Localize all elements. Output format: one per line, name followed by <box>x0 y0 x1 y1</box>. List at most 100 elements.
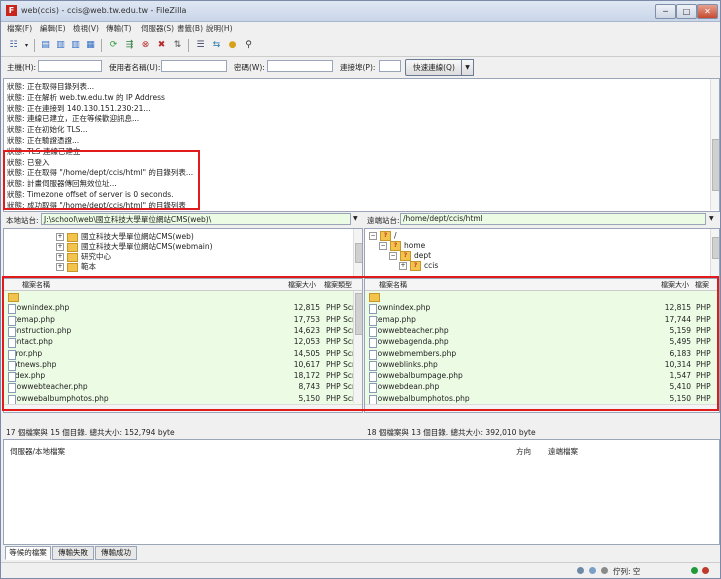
remote-directory-tree[interactable]: −? / −? home −? dept +? ccis <box>364 228 720 278</box>
file-row[interactable]: construction.php 14,623 PHP Scr <box>4 325 362 337</box>
tree-item[interactable]: + 範本 <box>56 261 96 272</box>
menu-file[interactable]: 檔案(F) <box>7 23 32 34</box>
tree-item[interactable]: −? dept <box>389 251 431 261</box>
menu-edit[interactable]: 編輯(E) <box>40 23 66 34</box>
tree-item[interactable]: +? ccis <box>399 261 438 271</box>
compare-icon[interactable]: ● <box>226 39 239 52</box>
column-filename[interactable]: 檔案名稱 <box>379 280 407 290</box>
file-row[interactable]: shownindex.php 12,815 PHP Scr <box>4 302 362 315</box>
refresh-icon[interactable]: ⟳ <box>107 39 120 52</box>
port-input[interactable] <box>379 60 401 72</box>
column-filename[interactable]: 檔案名稱 <box>22 280 50 290</box>
file-name: shownindex.php <box>369 303 430 315</box>
local-file-list[interactable]: 檔案名稱 檔案大小 檔案類型 ..shownindex.php 12,815 PHP… <box>3 278 363 413</box>
file-type: PHP Scr <box>326 382 356 392</box>
local-directory-tree[interactable]: + 國立科技大學單位網站CMS(web) + 國立科技大學單位網站CMS(webma… <box>3 228 363 278</box>
expand-icon[interactable]: + <box>56 233 64 241</box>
file-row[interactable]: showweblinks.php 10,314 PHP <box>365 359 719 371</box>
toggle-log-icon[interactable]: ▤ <box>39 39 52 52</box>
file-row[interactable]: showwebagenda.php 5,495 PHP <box>365 336 719 349</box>
file-row[interactable]: showwebalbumphotos.php 5,150 PHP <box>365 393 719 405</box>
file-size: 8,743 <box>298 382 320 392</box>
queue-column-direction[interactable]: 方向 <box>516 446 531 457</box>
file-row[interactable]: showwebteacher.php 5,159 PHP <box>365 325 719 337</box>
file-row[interactable]: .. <box>365 291 719 303</box>
column-filesize[interactable]: 檔案大小 <box>288 280 316 290</box>
username-input[interactable] <box>161 60 227 72</box>
maximize-button[interactable]: □ <box>676 4 697 19</box>
column-filetype[interactable]: 檔案類型 <box>324 280 352 290</box>
tree-item[interactable]: + 國立科技大學單位網站CMS(web) <box>56 231 194 242</box>
host-input[interactable] <box>38 60 102 72</box>
site-manager-dropdown-icon[interactable]: ▾ <box>20 39 33 52</box>
file-row[interactable]: showwebdean.php 5,410 PHP <box>365 381 719 394</box>
tab-successful-transfers[interactable]: 傳輸成功 <box>95 546 137 560</box>
file-row[interactable]: error.php 14,505 PHP Scr <box>4 348 362 360</box>
menu-bookmarks[interactable]: 書籤(B) <box>177 23 203 34</box>
expand-icon[interactable]: + <box>399 262 407 270</box>
collapse-icon[interactable]: − <box>369 232 377 240</box>
file-row[interactable]: .. <box>4 291 362 303</box>
column-filetype[interactable]: 檔案 <box>695 280 709 290</box>
file-row[interactable]: showwebalbumpage.php 1,547 PHP <box>365 370 719 383</box>
file-row[interactable]: showwebalbumphotos.php 5,150 PHP Scr <box>4 393 362 405</box>
menu-transfer[interactable]: 傳輸(T) <box>106 23 131 34</box>
tree-item[interactable]: −? home <box>379 241 425 251</box>
file-name: construction.php <box>8 326 71 337</box>
collapse-icon[interactable]: − <box>379 242 387 250</box>
site-manager-icon[interactable]: ☷ <box>7 39 20 52</box>
tree-item[interactable]: + 國立科技大學單位網站CMS(webmain) <box>56 241 213 252</box>
expand-icon[interactable]: + <box>56 243 64 251</box>
tree-item[interactable]: + 研究中心 <box>56 251 111 262</box>
parent-folder-icon <box>369 293 380 302</box>
message-log[interactable]: 狀態: 正在取得目錄列表... 狀態: 正在解析 web.tw.edu.tw 的 IP… <box>3 78 720 212</box>
file-row[interactable]: index.php 18,172 PHP Scr <box>4 370 362 383</box>
tab-failed-transfers[interactable]: 傳輸失敗 <box>52 546 94 560</box>
local-tree-scrollbar[interactable] <box>353 229 362 276</box>
password-input[interactable] <box>267 60 333 72</box>
file-row[interactable]: shownindex.php 12,815 PHP <box>365 302 719 315</box>
reconnect-icon[interactable]: ⇅ <box>171 39 184 52</box>
close-button[interactable]: ✕ <box>697 4 718 19</box>
remote-path-input[interactable]: /home/dept/ccis/html <box>400 213 706 225</box>
quickconnect-button[interactable]: 快速連線(Q) <box>405 59 463 76</box>
log-scrollbar[interactable] <box>710 79 719 210</box>
file-row[interactable]: showwebteacher.php 8,743 PHP Scr <box>4 381 362 394</box>
local-path-input[interactable]: J:\school\web\國立科技大學單位網站CMS(web)\ <box>41 213 351 225</box>
remote-path-dropdown-icon[interactable]: ▼ <box>709 215 714 222</box>
queue-column-server[interactable]: 伺服器/本地檔案 <box>10 446 65 457</box>
queue-column-remote[interactable]: 遠端檔案 <box>548 446 578 457</box>
remote-tree-scrollbar[interactable] <box>710 229 719 276</box>
file-row[interactable]: hotnews.php 10,617 PHP Scr <box>4 359 362 371</box>
toggle-local-tree-icon[interactable]: ▥ <box>54 39 67 52</box>
local-path-dropdown-icon[interactable]: ▼ <box>353 215 358 222</box>
quickconnect-dropdown[interactable]: ▼ <box>461 59 474 76</box>
tree-item[interactable]: −? / <box>369 231 397 241</box>
toggle-remote-tree-icon[interactable]: ▥ <box>69 39 82 52</box>
menu-help[interactable]: 說明(H) <box>206 23 233 34</box>
remote-file-list[interactable]: 檔案名稱 檔案大小 檔案 ..shownindex.php12,815PHPsi… <box>364 278 720 413</box>
expand-icon[interactable]: + <box>56 253 64 261</box>
file-row[interactable]: sitemap.php 17,753 PHP Scr <box>4 314 362 326</box>
local-list-hscrollbar[interactable] <box>4 404 362 412</box>
column-filesize[interactable]: 檔案大小 <box>661 280 689 290</box>
file-row[interactable]: contact.php 12,053 PHP Scr <box>4 336 362 349</box>
local-list-scrollbar[interactable] <box>353 291 362 403</box>
menu-view[interactable]: 檢視(V) <box>73 23 99 34</box>
sync-browse-icon[interactable]: ⇆ <box>210 39 223 52</box>
search-icon[interactable]: ⚲ <box>242 39 255 52</box>
menu-server[interactable]: 伺服器(S) <box>141 23 174 34</box>
remote-list-hscrollbar[interactable] <box>365 404 719 412</box>
disconnect-icon[interactable]: ✖ <box>155 39 168 52</box>
cancel-icon[interactable]: ⊗ <box>139 39 152 52</box>
process-queue-icon[interactable]: ⇶ <box>123 39 136 52</box>
expand-icon[interactable]: + <box>56 263 64 271</box>
file-row[interactable]: showwebmembers.php 6,183 PHP <box>365 348 719 360</box>
collapse-icon[interactable]: − <box>389 252 397 260</box>
minimize-button[interactable]: ─ <box>655 4 676 19</box>
toggle-queue-icon[interactable]: ▦ <box>84 39 97 52</box>
filter-icon[interactable]: ☰ <box>194 39 207 52</box>
file-row[interactable]: sitemap.php 17,744 PHP <box>365 314 719 326</box>
transfer-queue[interactable]: 伺服器/本地檔案 方向 遠端檔案 <box>3 439 720 545</box>
tab-queued-files[interactable]: 等候的檔案 <box>5 546 51 560</box>
